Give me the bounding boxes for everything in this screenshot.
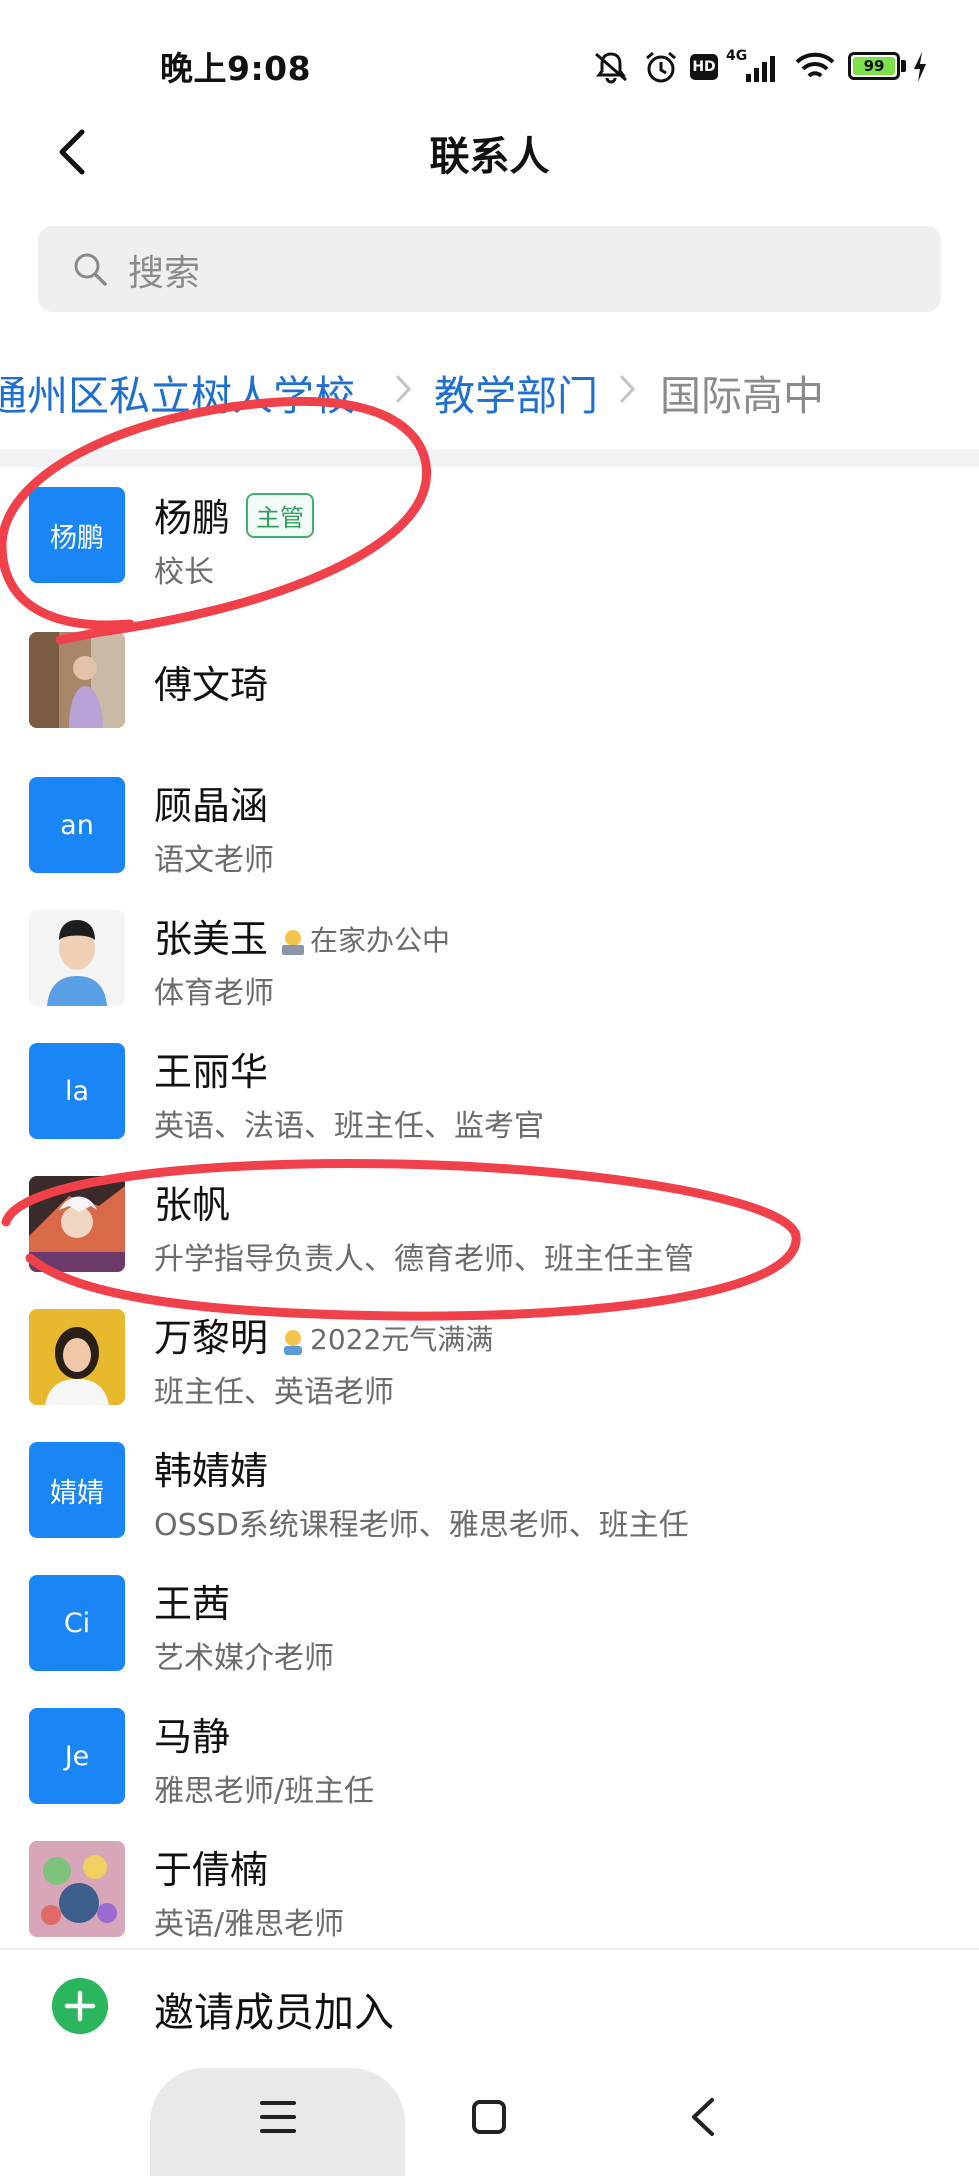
menu-icon[interactable] — [258, 2098, 298, 2136]
wifi-icon — [795, 52, 835, 78]
status-time: 晚上9:08 — [160, 49, 312, 88]
avatar — [29, 632, 125, 728]
shrug-emoji-icon — [284, 1329, 303, 1355]
contact-row[interactable]: Ci 王茜 艺术媒介老师 — [0, 1531, 979, 1676]
contact-name: 王茜 — [154, 1582, 231, 1626]
contact-status: 在家办公中 — [278, 919, 450, 959]
contact-row[interactable]: la 王丽华 英语、法语、班主任、监考官 — [0, 999, 979, 1144]
contact-row[interactable]: 张帆 升学指导负责人、德育老师、班主任主管 — [0, 1132, 979, 1277]
contact-name-wrap: 张美玉 在家办公中 — [154, 908, 450, 963]
alarm-icon — [646, 51, 676, 83]
photo-avatar-icon — [29, 632, 125, 728]
hd-icon: HD — [690, 54, 718, 80]
status-text: 在家办公中 — [310, 923, 451, 957]
avatar: 杨鹏 — [29, 487, 125, 583]
charging-icon — [914, 52, 926, 82]
avatar: Ci — [29, 1575, 125, 1671]
contact-name: 傅文琦 — [154, 663, 269, 707]
illustrated-avatar-icon — [29, 1176, 125, 1272]
contact-row[interactable]: 张美玉 在家办公中 体育老师 — [0, 866, 979, 1011]
contact-row[interactable]: 婧婧 韩婧婧 OSSD系统课程老师、雅思老师、班主任 — [0, 1398, 979, 1543]
contact-name-wrap: 杨鹏 主管 — [154, 487, 315, 543]
chevron-right-icon — [619, 374, 636, 404]
contact-row[interactable]: 杨鹏 杨鹏 主管 校长 — [0, 467, 979, 600]
photo-avatar-icon — [29, 1309, 125, 1405]
contact-role: 校长 — [154, 555, 214, 590]
battery-icon: 99 — [848, 52, 900, 80]
working-emoji-icon — [282, 929, 305, 955]
invite-member-button[interactable]: 邀请成员加入 — [154, 1980, 394, 2038]
search-placeholder: 搜索 — [128, 253, 201, 294]
section-divider — [0, 449, 979, 467]
chevron-right-icon — [395, 374, 412, 404]
manager-badge: 主管 — [246, 493, 315, 538]
avatar: Je — [29, 1708, 125, 1804]
contact-name: 张美玉 — [154, 917, 269, 961]
battery-level: 99 — [853, 57, 895, 75]
mute-bell-icon — [595, 52, 627, 84]
contact-name: 万黎明 — [154, 1316, 269, 1360]
contact-row[interactable]: 万黎明 2022元气满满 班主任、英语老师 — [0, 1265, 979, 1410]
contact-name: 张帆 — [154, 1183, 231, 1227]
avatar — [29, 1841, 125, 1937]
avatar: 婧婧 — [29, 1442, 125, 1538]
avatar — [29, 1176, 125, 1272]
home-square-icon[interactable] — [470, 2098, 508, 2136]
avatar — [29, 910, 125, 1006]
contact-row[interactable]: 傅文琦 — [0, 600, 979, 733]
contact-name: 顾晶涵 — [154, 784, 269, 828]
contact-name: 杨鹏 — [154, 496, 231, 540]
illustrated-avatar-icon — [29, 1841, 125, 1937]
breadcrumb-current: 国际高中 — [660, 372, 824, 420]
contact-status: 2022元气满满 — [278, 1318, 493, 1358]
avatar — [29, 1309, 125, 1405]
avatar: la — [29, 1043, 125, 1139]
status-text: 2022元气满满 — [310, 1322, 494, 1356]
contact-name: 于倩楠 — [154, 1848, 269, 1892]
breadcrumb-department[interactable]: 教学部门 — [434, 362, 598, 422]
contact-row[interactable]: an 顾晶涵 语文老师 — [0, 733, 979, 878]
search-icon — [74, 253, 107, 286]
breadcrumb-school[interactable]: 通州区私立树人学校 — [0, 362, 355, 422]
contact-row[interactable]: 于倩楠 英语/雅思老师 — [0, 1797, 979, 1942]
divider — [0, 1948, 979, 1950]
avatar: an — [29, 777, 125, 873]
contact-name: 王丽华 — [154, 1050, 269, 1094]
page-title: 联系人 — [429, 134, 550, 180]
contact-name: 韩婧婧 — [154, 1449, 269, 1493]
breadcrumb: 通州区私立树人学校 教学部门 国际高中 — [0, 362, 979, 422]
contact-row[interactable]: Je 马静 雅思老师/班主任 — [0, 1664, 979, 1809]
contact-role: 英语/雅思老师 — [154, 1907, 345, 1942]
back-triangle-icon[interactable] — [688, 2096, 718, 2138]
contact-name: 马静 — [154, 1715, 231, 1759]
signal-icon — [746, 56, 775, 82]
contact-name-wrap: 万黎明 2022元气满满 — [154, 1307, 493, 1362]
battery-tip — [901, 60, 906, 72]
add-member-icon[interactable] — [52, 1978, 108, 2034]
photo-avatar-icon — [29, 910, 125, 1006]
